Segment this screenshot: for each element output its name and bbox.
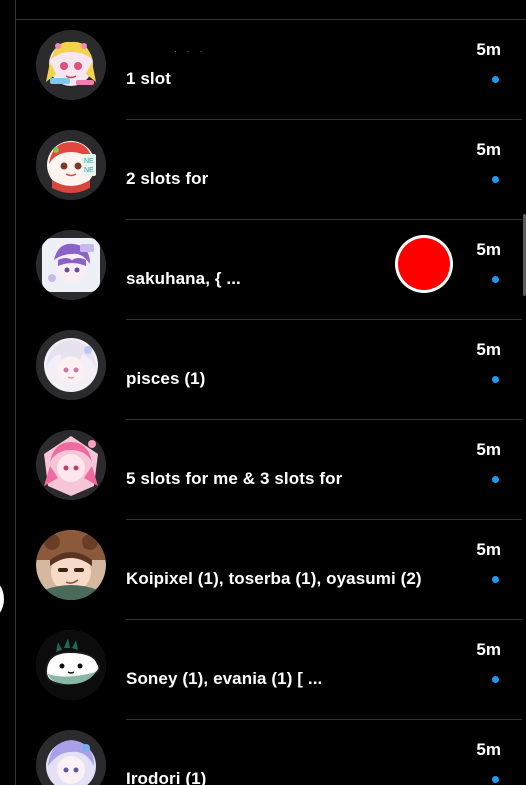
record-icon [398,238,450,290]
conversation-preview: 5 slots for me & 3 slots for [126,469,343,488]
svg-text:NE: NE [84,158,94,165]
conversation-time: 5m [476,140,501,159]
unread-indicator [492,676,499,683]
conversation-time: 5m [476,240,501,259]
conversation-preview: 1 slot [126,69,172,88]
conversation-time: 5m [476,340,501,359]
svg-text:NE: NE [84,167,94,174]
conversation-preview: Irodori (1) [126,769,207,785]
conversation-preview: pisces (1) [126,369,206,388]
unread-indicator [492,476,499,483]
conversation-row[interactable]: NE NE 2 slots for 5m [16,120,522,220]
conversation-preview: Soney (1), evania (1) [ ... [126,669,323,688]
conversation-row[interactable]: Irodori (1) 5m [16,720,522,785]
unread-indicator [492,176,499,183]
anime-avatar-lavender-icon [36,730,106,785]
record-button[interactable] [395,235,453,293]
anime-avatar-red-icon: NE NE [36,130,106,200]
conversation-time: 5m [476,540,501,559]
conversation-row[interactable]: pisces (1) 5m [16,320,522,420]
anime-avatar-white-icon [36,330,106,400]
anime-avatar-purple-icon [36,230,106,300]
conversation-preview: Koipixel (1), toserba (1), oyasumi (2) [126,569,422,588]
unread-indicator [492,776,499,783]
anime-avatar-blonde-icon [36,30,106,100]
message-list-screen: · · · 1 slot 5m NE NE 2 slots for 5m sak… [0,0,526,785]
conversation-time: 5m [476,40,501,59]
scrollbar[interactable] [522,20,526,785]
unread-indicator [492,76,499,83]
truncated-name-text: · · · [174,47,207,56]
conversation-preview: sakuhana, { ... [126,269,241,288]
conversation-time: 5m [476,440,501,459]
whale-avatar-icon [36,630,106,700]
conversation-time: 5m [476,740,501,759]
conversation-row[interactable]: Soney (1), evania (1) [ ... 5m [16,620,522,720]
unread-indicator [492,376,499,383]
conversation-time: 5m [476,640,501,659]
conversation-row[interactable]: Koipixel (1), toserba (1), oyasumi (2) 5… [16,520,522,620]
conversation-row[interactable]: 5 slots for me & 3 slots for 5m [16,420,522,520]
conversation-row[interactable]: · · · 1 slot 5m [16,20,522,120]
conversation-preview: 2 slots for [126,169,209,188]
unread-indicator [492,576,499,583]
anime-avatar-raccoon-icon [36,530,106,600]
anime-avatar-pink-icon [36,430,106,500]
conversation-list: · · · 1 slot 5m NE NE 2 slots for 5m sak… [16,20,522,785]
unread-indicator [492,276,499,283]
side-toggle-button[interactable] [0,579,4,619]
